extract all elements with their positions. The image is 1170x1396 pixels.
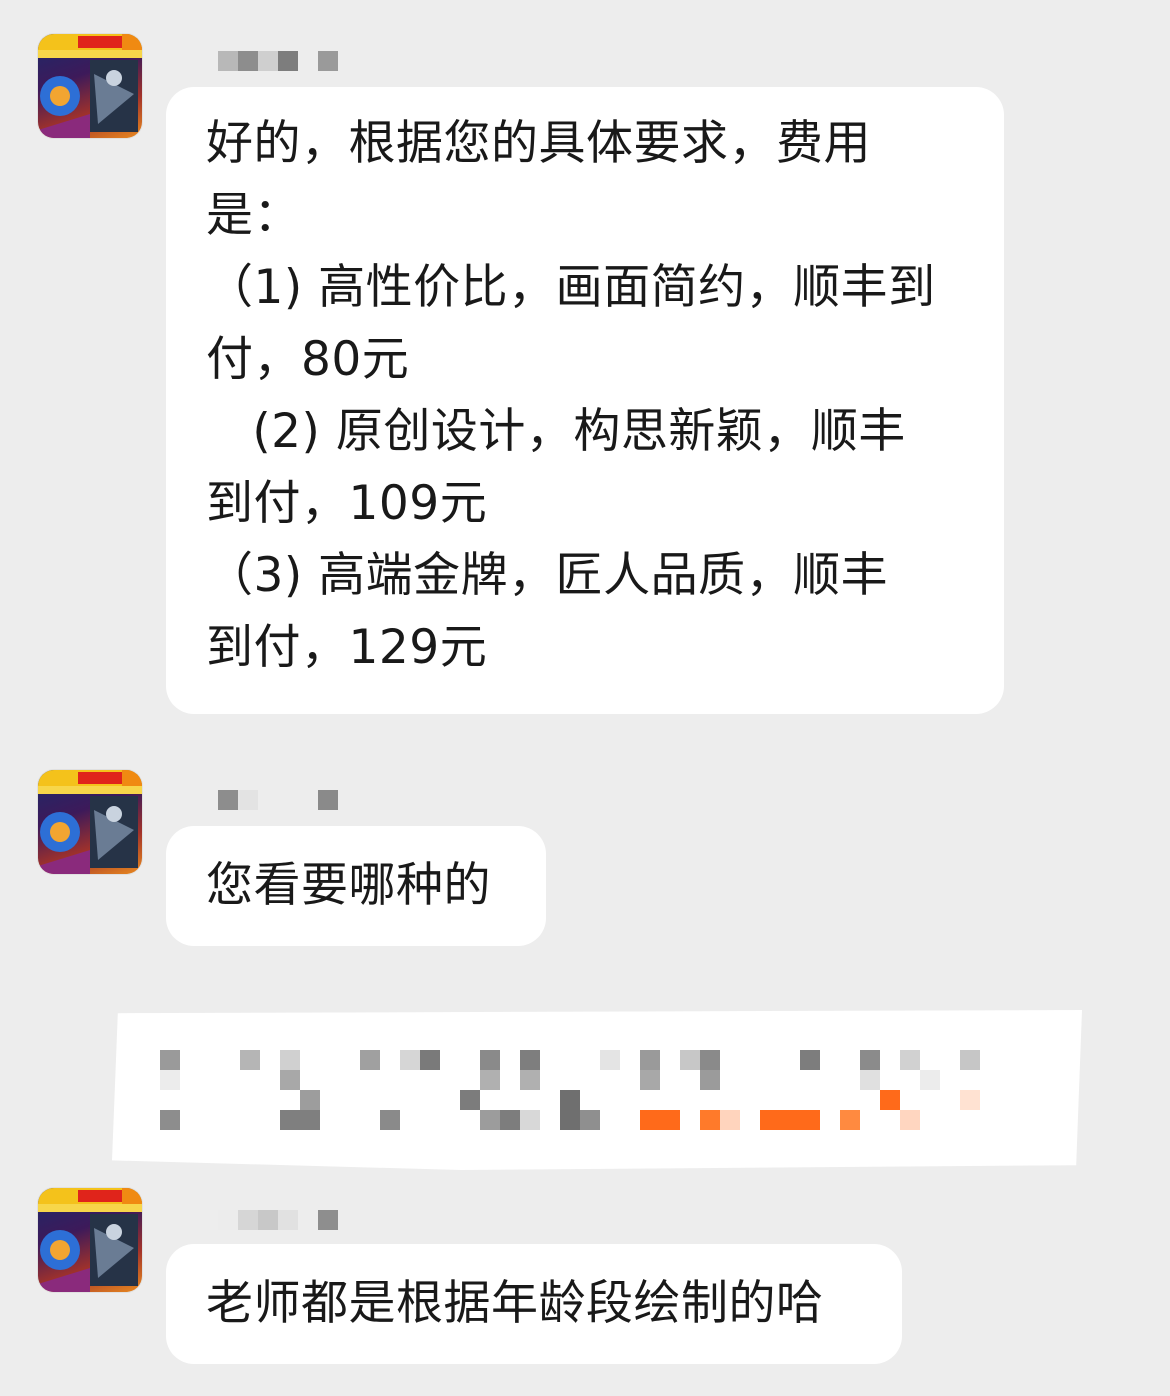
sender-name-redacted: [218, 1210, 358, 1230]
shop-avatar-icon: [38, 770, 142, 874]
message-line: 老师都是根据年龄段绘制的哈: [206, 1276, 824, 1331]
message-line: 是：: [206, 188, 301, 243]
sender-avatar[interactable]: [38, 34, 142, 138]
message-line: 好的，根据您的具体要求，费用: [206, 116, 871, 171]
message-line: （1) 高性价比，画面简约，顺丰到: [206, 260, 936, 315]
message-line: (2) 原创设计，构思新颖，顺丰: [206, 404, 906, 459]
sender-avatar[interactable]: [38, 1188, 142, 1292]
message-bubble[interactable]: 老师都是根据年龄段绘制的哈: [166, 1244, 902, 1364]
shop-avatar-icon: [38, 1188, 142, 1292]
message-line: 付，80元: [206, 332, 410, 387]
redacted-message-card: [112, 1010, 1082, 1170]
message-bubble[interactable]: 好的，根据您的具体要求，费用 是： （1) 高性价比，画面简约，顺丰到 付，80…: [166, 87, 1004, 714]
message-line: 到付，129元: [206, 620, 488, 675]
message-bubble[interactable]: 您看要哪种的: [166, 826, 546, 946]
mosaic-redaction: [160, 1050, 980, 1130]
message-line: 到付，109元: [206, 476, 488, 531]
message-line: （3) 高端金牌，匠人品质，顺丰: [206, 548, 889, 603]
sender-avatar[interactable]: [38, 770, 142, 874]
message-line: 您看要哪种的: [206, 858, 491, 913]
sender-name-redacted: [218, 790, 358, 810]
shop-avatar-icon: [38, 34, 142, 138]
sender-name-redacted: [218, 51, 358, 71]
